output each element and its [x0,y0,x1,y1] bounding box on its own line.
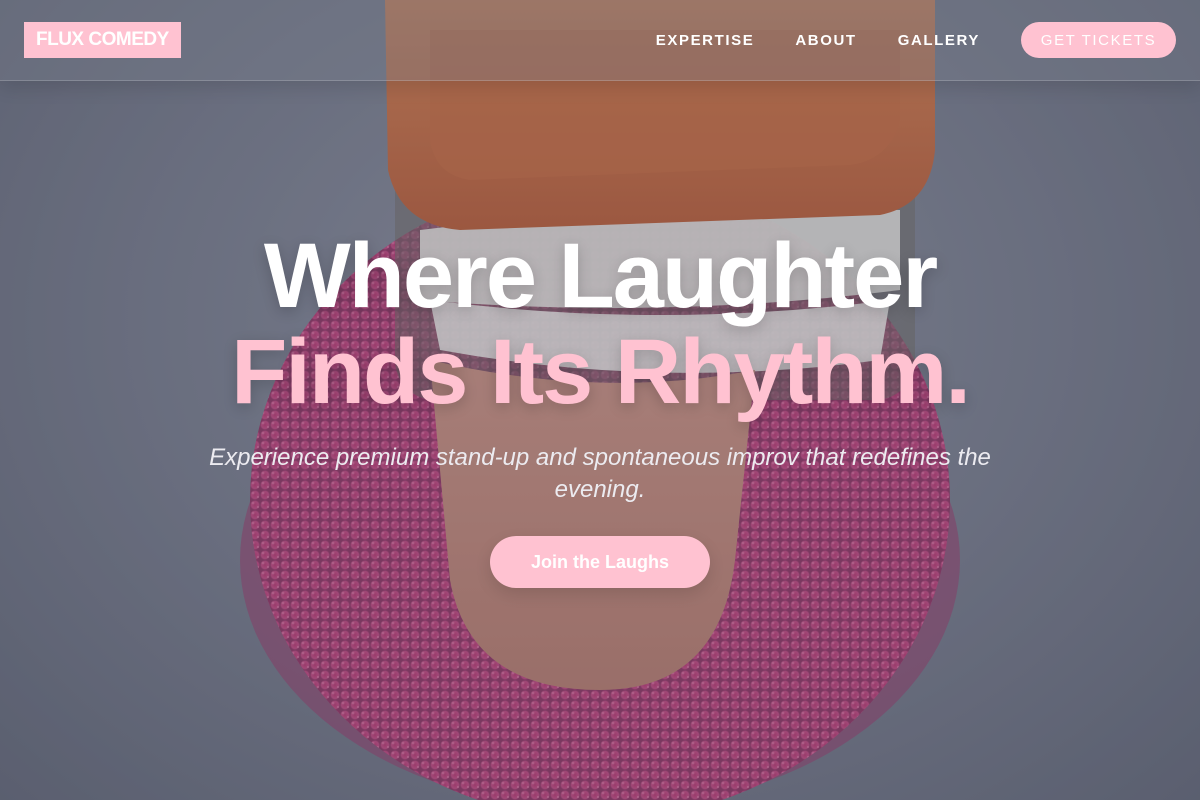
hero-headline: Where Laughter Finds Its Rhythm. [0,228,1200,420]
hero-subtitle: Experience premium stand-up and spontane… [209,444,991,503]
top-navbar: FLUX COMEDY EXPERTISE ABOUT GALLERY GET … [0,0,1200,81]
brand-logo[interactable]: FLUX COMEDY [24,22,181,58]
nav-link-about[interactable]: ABOUT [795,32,856,49]
hero-section: FLUX COMEDY EXPERTISE ABOUT GALLERY GET … [0,0,1200,800]
nav-link-expertise[interactable]: EXPERTISE [656,32,755,49]
headline-line-2: Finds Its Rhythm. [231,321,971,423]
get-tickets-button[interactable]: GET TICKETS [1021,22,1176,58]
nav-link-gallery[interactable]: GALLERY [898,32,980,49]
join-the-laughs-button[interactable]: Join the Laughs [490,536,710,588]
hero-content: Where Laughter Finds Its Rhythm. Experie… [0,228,1200,588]
nav-menu: EXPERTISE ABOUT GALLERY GET TICKETS [656,22,1176,58]
headline-line-1: Where Laughter [263,225,938,327]
